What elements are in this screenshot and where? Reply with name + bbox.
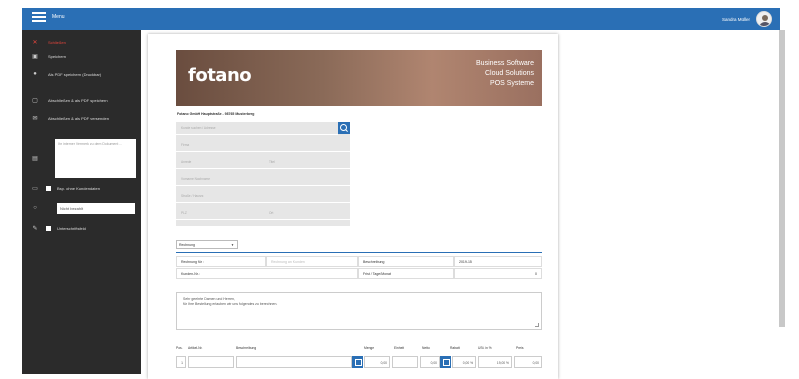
- price-input[interactable]: 0,00: [514, 356, 542, 368]
- edit-description-icon[interactable]: [352, 356, 363, 368]
- street-field[interactable]: Straße / Hausnr.: [176, 190, 350, 203]
- search-icon[interactable]: [338, 122, 350, 134]
- signature-toggle[interactable]: ✎ Unterschriftsfeld: [22, 222, 141, 234]
- document-area: fotano Business Software Cloud Solutions…: [141, 30, 779, 379]
- clock-icon: ○: [33, 205, 37, 211]
- invoice-for-field[interactable]: Rechnung an Kunden: [266, 256, 358, 267]
- status-icon-row: ○: [22, 202, 52, 214]
- recipient-address-form: Kunde suchen / Adresse Firma Anrede Tite…: [176, 122, 350, 226]
- quantity-input[interactable]: 0,00: [364, 356, 390, 368]
- pdf-save-icon: ▢: [32, 97, 38, 104]
- cutoff-field[interactable]: 0: [454, 268, 542, 279]
- customer-data-toggle[interactable]: ▭ Bsp. ohne Kundendaten: [22, 182, 141, 194]
- payment-status-field[interactable]: Nicht bezahlt: [57, 203, 135, 214]
- company-banner: fotano Business Software Cloud Solutions…: [176, 50, 542, 106]
- pdf-icon: ●: [33, 71, 37, 77]
- invoice-for-label: Rechnung für :: [176, 256, 266, 267]
- user-menu[interactable]: Sandra Müller: [722, 11, 772, 27]
- net-input[interactable]: 0,00: [420, 356, 440, 368]
- top-bar: Menu Sandra Müller: [22, 8, 780, 30]
- invoice-number-field[interactable]: 2019-15: [454, 256, 542, 267]
- menu-label: Menu: [52, 14, 65, 20]
- customer-search-input[interactable]: Kunde suchen / Adresse: [176, 122, 338, 135]
- cutoff-label: Frist / Tage/Monat: [358, 268, 454, 279]
- document-type-select[interactable]: Rechnung ▼: [176, 240, 238, 249]
- id-card-icon: ▭: [32, 185, 38, 192]
- pos-number: 1: [176, 356, 186, 368]
- menu-button[interactable]: Menu: [32, 12, 65, 22]
- save-icon: ▣: [32, 53, 38, 60]
- sender-address-line: Fotano GmbH Hauptstraße - 98765 Musterbe…: [177, 112, 255, 116]
- vat-input[interactable]: 19,00 %: [478, 356, 512, 368]
- table-row: 1 0,00 0,00 0,00 % 19,00 % 0,00: [176, 356, 542, 368]
- mail-icon: ✉: [32, 115, 38, 122]
- zip-field[interactable]: PLZ: [176, 207, 264, 220]
- hamburger-icon[interactable]: [32, 12, 46, 22]
- chevron-down-icon: ▼: [231, 243, 234, 247]
- sidebar: ✕ Schließen ▣ Speichern ● Als PDF speich…: [22, 30, 141, 374]
- salutation-field[interactable]: Anrede: [176, 156, 264, 169]
- building-icon: ▤: [32, 155, 38, 162]
- discount-input[interactable]: 0,00 %: [452, 356, 476, 368]
- company-field[interactable]: Firma: [176, 139, 350, 152]
- sidebar-item-close[interactable]: ✕ Schließen: [22, 36, 141, 48]
- note-icon-row: ▤: [22, 152, 52, 164]
- close-icon: ✕: [32, 39, 38, 46]
- title-field[interactable]: Titel: [264, 156, 350, 169]
- name-field[interactable]: Vorname Nachname: [176, 173, 350, 186]
- unit-input[interactable]: [392, 356, 418, 368]
- customer-info-row: Kunden-Nr.: Frist / Tage/Monat 0: [176, 268, 542, 279]
- company-logo: fotano: [188, 65, 252, 86]
- pen-icon: ✎: [32, 225, 38, 232]
- avatar[interactable]: [756, 11, 772, 27]
- customer-number-label: Kunden-Nr.:: [176, 268, 358, 279]
- sidebar-item-save[interactable]: ▣ Speichern: [22, 50, 141, 62]
- customer-checkbox[interactable]: [46, 185, 51, 191]
- positions-header: Pos. Artikel-Nr. Beschreibung Menge Einh…: [176, 346, 524, 350]
- banner-tagline: Business Software Cloud Solutions POS Sy…: [476, 60, 534, 87]
- internal-note-field[interactable]: Ihr interner Vermerk zu dem Dokument ...: [55, 139, 136, 178]
- calculator-icon[interactable]: [440, 356, 451, 368]
- divider: [176, 252, 542, 253]
- notes-textarea[interactable]: Sehr geehrte Damen und Herren, für Ihre …: [176, 292, 542, 330]
- city-field[interactable]: Ort: [264, 207, 350, 220]
- description-input[interactable]: [236, 356, 352, 368]
- invoice-info-row: Rechnung für : Rechnung an Kunden Beschr…: [176, 256, 542, 267]
- resize-handle[interactable]: [535, 323, 539, 327]
- sidebar-item-finish-pdf[interactable]: ▢ Abschließen & als PDF speichern: [22, 94, 141, 106]
- signature-checkbox[interactable]: [46, 225, 51, 231]
- invoice-number-label: Beschreibung: [358, 256, 454, 267]
- sidebar-item-finish-send[interactable]: ✉ Abschließen & als PDF versenden: [22, 112, 141, 124]
- scrollbar[interactable]: [779, 30, 785, 327]
- article-number-input[interactable]: [188, 356, 234, 368]
- invoice-page: fotano Business Software Cloud Solutions…: [148, 34, 558, 379]
- sidebar-item-save-pdf[interactable]: ● Als PDF speichern (Druckbar): [22, 68, 141, 80]
- user-name: Sandra Müller: [721, 16, 750, 22]
